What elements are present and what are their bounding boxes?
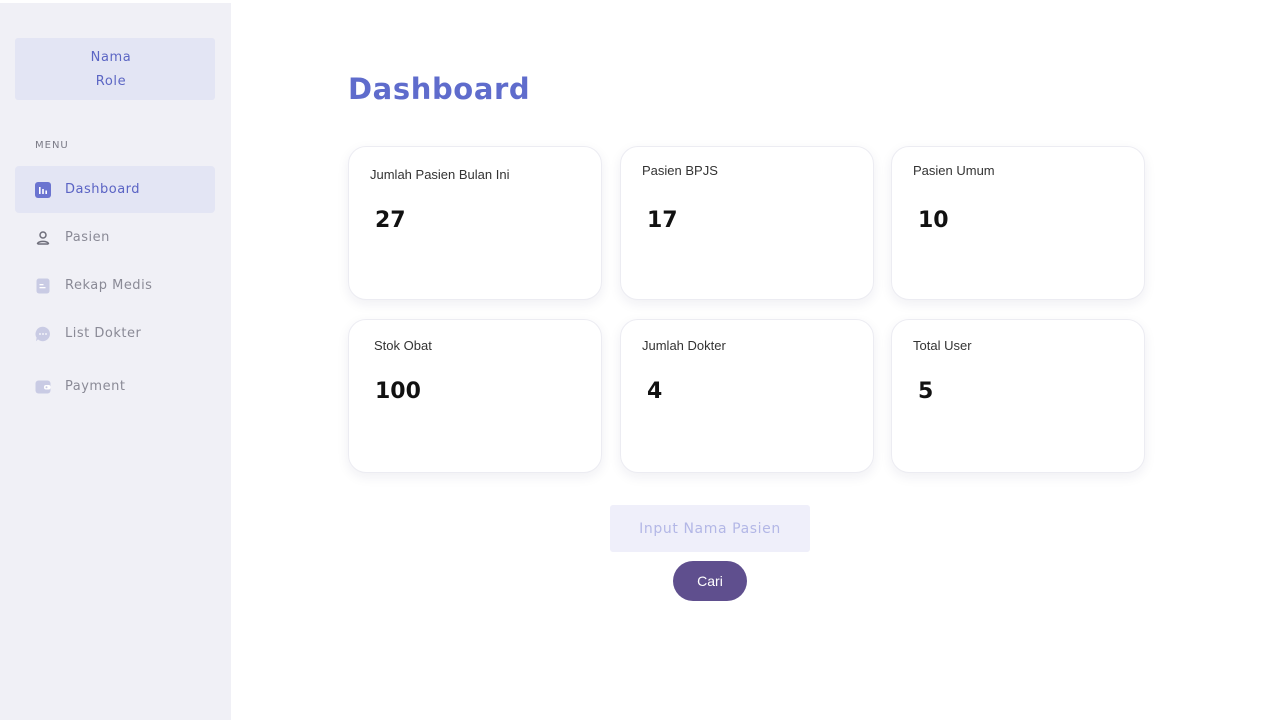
user-icon xyxy=(35,230,51,246)
stat-label: Total User xyxy=(913,338,972,353)
sidebar-item-rekap-medis[interactable]: Rekap Medis xyxy=(15,262,215,309)
profile-name: Nama xyxy=(90,50,132,65)
stat-label: Jumlah Dokter xyxy=(642,338,726,353)
sidebar-item-list-dokter[interactable]: List Dokter xyxy=(15,310,215,357)
stat-value: 27 xyxy=(375,208,406,233)
document-icon xyxy=(35,278,51,294)
profile-role: Role xyxy=(95,74,127,89)
menu-heading: MENU xyxy=(35,140,69,151)
stat-card-jumlah-dokter: Jumlah Dokter 4 xyxy=(620,319,874,473)
sidebar-item-label: Payment xyxy=(65,379,126,394)
page-title: Dashboard xyxy=(348,72,531,106)
stat-label: Stok Obat xyxy=(374,338,432,353)
sidebar: Nama Role MENU Dashboard Pasien Rekap Me… xyxy=(0,3,231,720)
stat-label: Jumlah Pasien Bulan Ini xyxy=(370,167,510,182)
search-button[interactable]: Cari xyxy=(673,561,747,601)
chart-icon xyxy=(35,181,51,198)
stat-card-total-user: Total User 5 xyxy=(891,319,1145,473)
stat-label: Pasien BPJS xyxy=(642,163,718,178)
stat-value: 5 xyxy=(918,379,934,404)
wallet-icon xyxy=(35,379,51,395)
chat-icon xyxy=(35,326,51,342)
stat-value: 10 xyxy=(918,208,949,233)
stat-label: Pasien Umum xyxy=(913,163,995,178)
stat-card-pasien-umum: Pasien Umum 10 xyxy=(891,146,1145,300)
sidebar-item-label: Pasien xyxy=(65,230,110,245)
sidebar-item-pasien[interactable]: Pasien xyxy=(15,214,215,261)
stat-value: 100 xyxy=(375,379,421,404)
stat-card-pasien-bulan-ini: Jumlah Pasien Bulan Ini 27 xyxy=(348,146,602,300)
sidebar-item-payment[interactable]: Payment xyxy=(15,363,215,410)
sidebar-item-label: List Dokter xyxy=(65,326,142,341)
sidebar-item-label: Dashboard xyxy=(65,182,141,197)
stat-value: 17 xyxy=(647,208,678,233)
stat-card-stok-obat: Stok Obat 100 xyxy=(348,319,602,473)
patient-name-input[interactable] xyxy=(610,505,810,552)
profile-card: Nama Role xyxy=(15,38,215,100)
stat-card-pasien-bpjs: Pasien BPJS 17 xyxy=(620,146,874,300)
sidebar-item-label: Rekap Medis xyxy=(65,278,153,293)
sidebar-item-dashboard[interactable]: Dashboard xyxy=(15,166,215,213)
stat-value: 4 xyxy=(647,379,663,404)
